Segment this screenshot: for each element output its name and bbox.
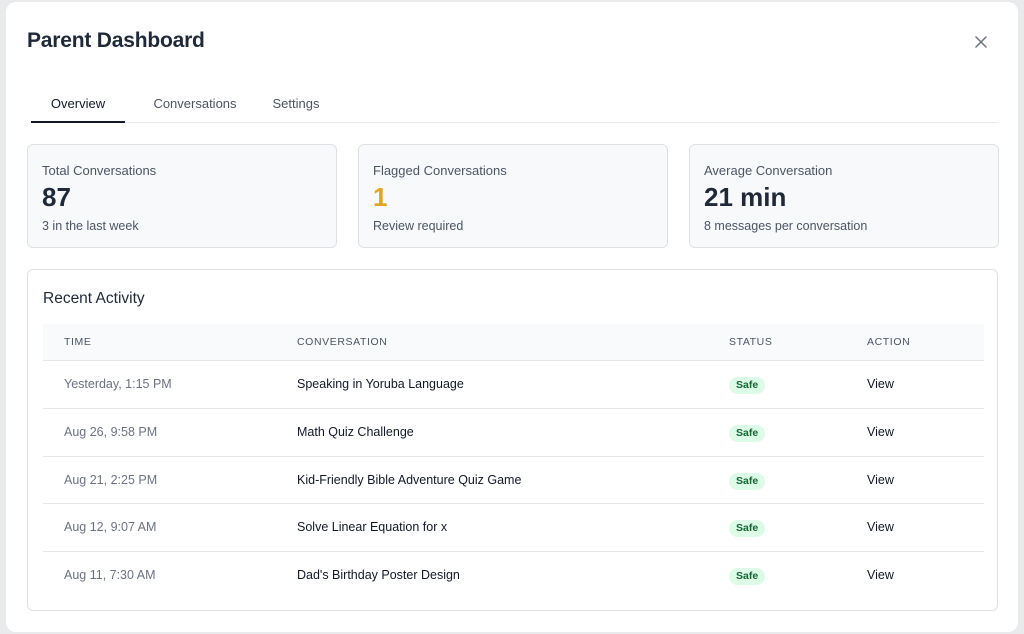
table-row: Aug 21, 2:25 PM Kid-Friendly Bible Adven… <box>43 457 984 505</box>
time-cell: Yesterday, 1:15 PM <box>64 377 172 391</box>
column-header-time: TIME <box>64 336 92 348</box>
tab-conversations[interactable]: Conversations <box>139 86 251 123</box>
time-cell: Aug 26, 9:58 PM <box>64 424 158 439</box>
view-link[interactable]: View <box>867 457 894 504</box>
stat-label: Total Conversations <box>42 163 157 178</box>
conversation-cell: Math Quiz Challenge <box>297 424 414 439</box>
section-title: Recent Activity <box>43 290 145 307</box>
status-cell: Safe <box>729 567 766 585</box>
view-link[interactable]: View <box>867 361 894 408</box>
status-cell: Safe <box>729 472 766 490</box>
status-badge: Safe <box>729 568 766 585</box>
status-badge: Safe <box>729 520 766 538</box>
status-badge: Safe <box>729 472 766 490</box>
stat-subtext: Review required <box>373 219 464 233</box>
time-cell: Aug 21, 2:25 PM <box>64 472 158 487</box>
conversation-cell: Kid-Friendly Bible Adventure Quiz Game <box>297 472 522 487</box>
stat-label: Average Conversation <box>704 163 833 178</box>
conversation-cell: Dad's Birthday Poster Design <box>297 568 460 582</box>
column-header-status: STATUS <box>729 336 773 348</box>
time-cell: Aug 11, 7:30 AM <box>64 568 156 582</box>
tab-bar: Overview Conversations Settings <box>30 86 998 123</box>
stat-card-average-conversation: Average Conversation 21 min 8 messages p… <box>689 144 999 248</box>
conversation-cell: Speaking in Yoruba Language <box>297 377 464 391</box>
tab-overview[interactable]: Overview <box>31 86 125 123</box>
view-link[interactable]: View <box>867 552 894 599</box>
status-cell: Safe <box>729 519 766 538</box>
parent-dashboard-dialog: Parent Dashboard Overview Conversations … <box>6 2 1018 632</box>
tab-settings[interactable]: Settings <box>258 86 334 123</box>
stat-value: 87 <box>42 182 71 212</box>
stat-subtext: 3 in the last week <box>42 219 139 233</box>
stat-label: Flagged Conversations <box>373 163 507 178</box>
status-cell: Safe <box>729 424 766 442</box>
table-row: Aug 26, 9:58 PM Math Quiz Challenge Safe… <box>43 409 984 457</box>
conversation-cell: Solve Linear Equation for x <box>297 520 448 535</box>
recent-activity-panel: Recent Activity TIME CONVERSATION STATUS… <box>27 269 998 611</box>
stat-card-total-conversations: Total Conversations 87 3 in the last wee… <box>27 144 337 248</box>
dialog-title: Parent Dashboard <box>27 29 205 52</box>
view-link[interactable]: View <box>867 409 894 456</box>
stat-value: 1 <box>373 182 388 212</box>
activity-table: TIME CONVERSATION STATUS ACTION Yesterda… <box>43 324 984 600</box>
stat-value: 21 min <box>704 182 787 212</box>
stat-subtext: 8 messages per conversation <box>704 219 868 233</box>
stat-card-flagged-conversations: Flagged Conversations 1 Review required <box>358 144 668 248</box>
column-header-conversation: CONVERSATION <box>297 336 388 348</box>
table-row: Aug 12, 9:07 AM Solve Linear Equation fo… <box>43 504 984 552</box>
time-cell: Aug 12, 9:07 AM <box>64 520 157 535</box>
view-link[interactable]: View <box>867 504 894 551</box>
table-row: Yesterday, 1:15 PM Speaking in Yoruba La… <box>43 361 984 409</box>
column-header-action: ACTION <box>867 336 911 348</box>
status-badge: Safe <box>729 377 766 394</box>
status-badge: Safe <box>729 424 766 442</box>
close-icon[interactable] <box>970 31 992 53</box>
table-row: Aug 11, 7:30 AM Dad's Birthday Poster De… <box>43 552 984 600</box>
table-header: TIME CONVERSATION STATUS ACTION <box>43 324 984 361</box>
status-cell: Safe <box>729 376 766 394</box>
